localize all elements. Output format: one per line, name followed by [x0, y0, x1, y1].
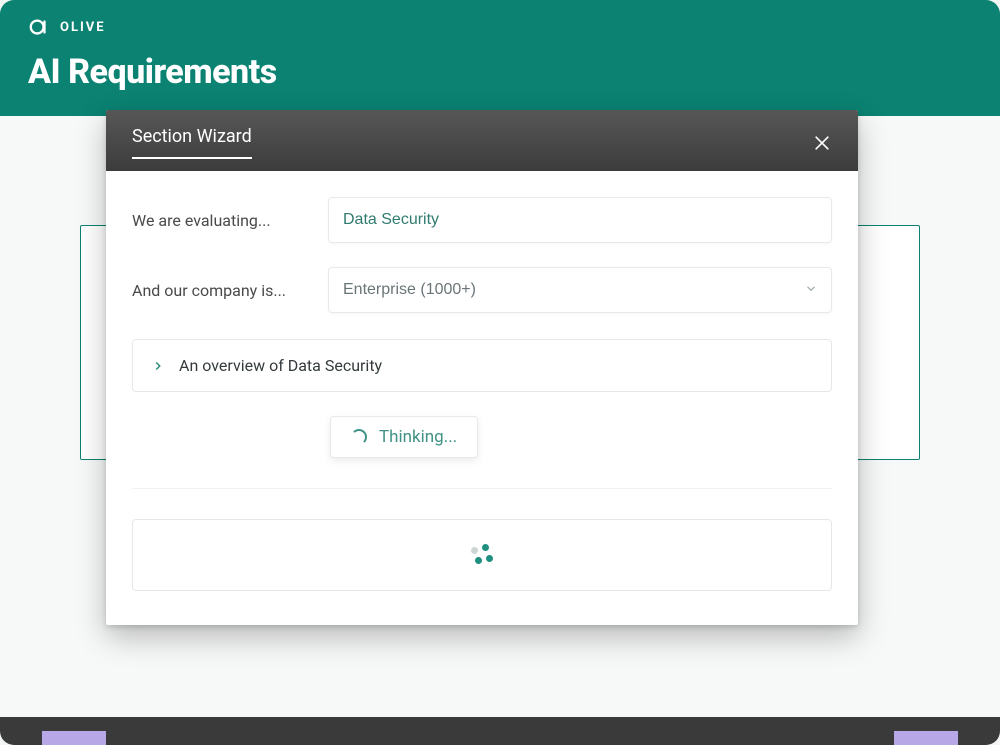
decoration-left: [42, 731, 106, 745]
loading-card: [132, 519, 832, 591]
section-wizard-modal: Section Wizard We are evaluating... And …: [106, 110, 858, 625]
company-label: And our company is...: [132, 281, 302, 300]
close-button[interactable]: [808, 129, 836, 157]
thinking-label: Thinking...: [379, 427, 457, 447]
evaluating-input[interactable]: [328, 197, 832, 243]
decoration-right: [894, 731, 958, 745]
olive-logo-icon: [28, 16, 50, 38]
thinking-indicator: Thinking...: [330, 416, 478, 458]
evaluating-row: We are evaluating...: [132, 197, 832, 243]
modal-body: We are evaluating... And our company is.…: [106, 171, 858, 625]
brand: OLIVE: [28, 16, 972, 38]
overview-label: An overview of Data Security: [179, 356, 382, 375]
company-select[interactable]: [328, 267, 832, 313]
brand-name: OLIVE: [60, 20, 106, 35]
bottom-rail: [0, 717, 1000, 745]
company-row: And our company is...: [132, 267, 832, 313]
app-header: OLIVE AI Requirements: [0, 0, 1000, 116]
overview-accordion[interactable]: An overview of Data Security: [132, 339, 832, 392]
loading-dots-icon: [469, 542, 495, 568]
modal-title: Section Wizard: [132, 126, 252, 159]
evaluating-label: We are evaluating...: [132, 211, 302, 230]
chevron-right-icon: [151, 359, 165, 373]
spinner-icon: [351, 429, 367, 445]
thinking-row: Thinking...: [132, 416, 832, 458]
modal-header: Section Wizard: [106, 110, 858, 171]
divider: [132, 488, 832, 489]
page-title: AI Requirements: [28, 52, 972, 92]
